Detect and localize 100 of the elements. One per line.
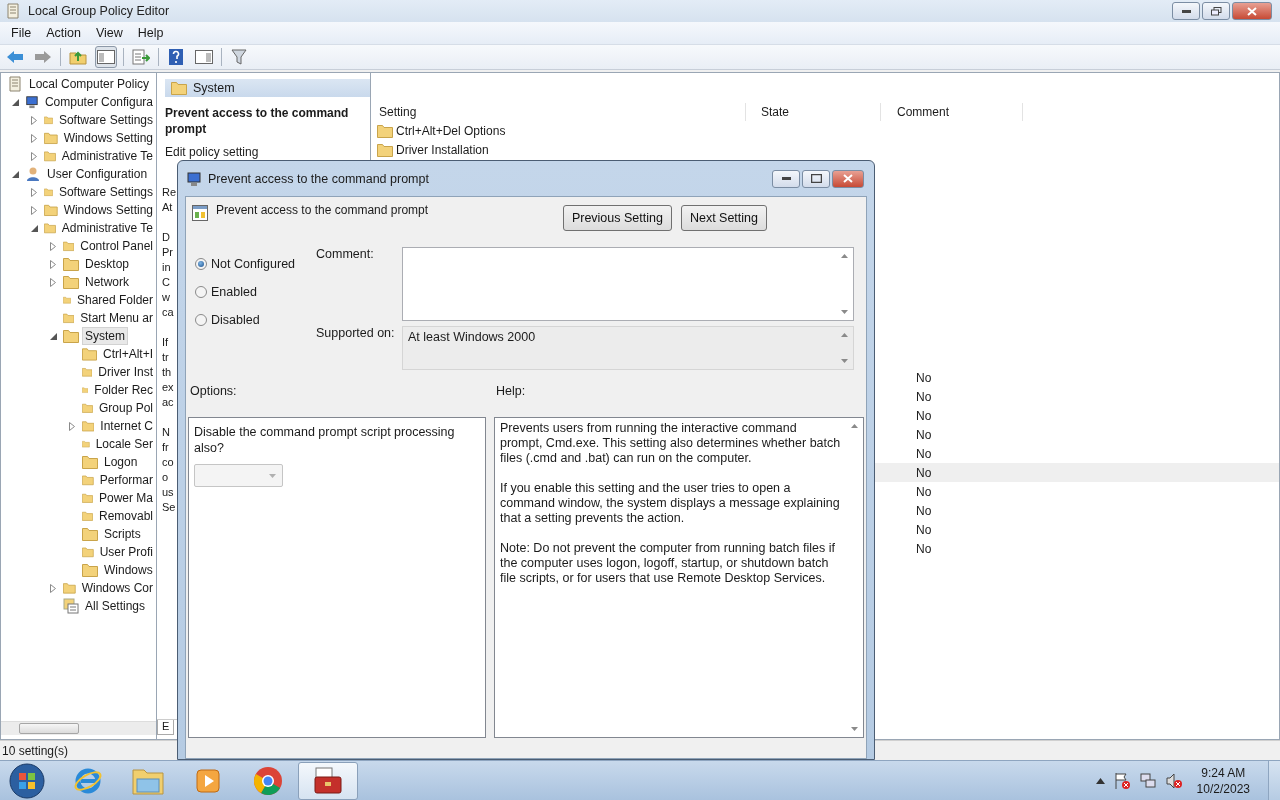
menu-item[interactable]: Action [39,24,89,42]
radio-label[interactable]: Enabled [211,285,257,299]
description-text: tr [162,350,169,365]
tree-item[interactable]: Desktop [82,255,133,273]
tree-item[interactable]: Administrative Te [58,147,156,165]
tree-item[interactable]: Folder Rec [91,381,156,399]
maximize-button[interactable] [802,169,830,188]
description-text: fr [162,440,169,455]
column-header[interactable]: Setting [371,103,746,121]
column-header[interactable]: Comment [881,103,1023,121]
radio-button[interactable] [195,286,207,298]
nav-button[interactable]: Previous Setting [562,205,672,231]
tree-item[interactable]: Shared Folder [73,291,156,309]
tree-item[interactable]: User Profi [96,543,156,561]
tree-item[interactable]: Locale Ser [92,435,156,453]
tree-item[interactable]: Local Computer Policy [26,75,153,93]
close-button[interactable] [1232,2,1272,20]
show-desktop-button[interactable] [1268,760,1280,800]
tree-item[interactable]: All Settings [82,597,149,615]
folder-icon [82,491,93,505]
scroll-up-icon[interactable] [841,254,848,258]
tree-item[interactable]: Scripts [101,525,144,543]
collapse-arrow-icon[interactable] [31,224,38,232]
comment-field[interactable] [402,247,854,321]
tree-item[interactable]: Performar [96,471,156,489]
console-tree-icon[interactable] [95,46,117,68]
minimize-icon [781,177,791,180]
list-item[interactable]: Driver Installation [371,142,746,157]
close-icon [843,174,853,183]
collapse-arrow-icon[interactable] [50,332,57,340]
tree-item[interactable]: Windows Setting [60,201,156,219]
computer-icon [186,170,202,187]
nav-button[interactable]: Next Setting [680,205,767,231]
start-button[interactable] [8,761,46,800]
column-header[interactable]: State [746,103,881,121]
tree-item[interactable]: Computer Configura [41,93,156,111]
speaker-muted-icon[interactable] [1164,771,1183,790]
settings-list-icon [63,598,79,614]
description-text: co [162,455,174,470]
scroll-down-icon[interactable] [851,727,858,731]
toolbox-icon[interactable] [313,766,343,795]
export-list-icon[interactable] [130,46,152,68]
tree-item[interactable]: Software Settings [55,183,156,201]
flag-icon[interactable] [1112,771,1131,790]
list-item[interactable]: Ctrl+Alt+Del Options [371,123,746,138]
collapse-arrow-icon[interactable] [12,170,19,178]
folder-icon [377,142,393,157]
menu-item[interactable]: View [88,24,131,42]
description-text: th [162,365,172,380]
tree-item[interactable]: Removabl [95,507,156,525]
media-player-icon[interactable] [194,766,222,795]
tree-item[interactable]: Group Pol [95,399,156,417]
description-text: o [162,470,169,485]
tree-item[interactable]: Network [82,273,132,291]
tree-item[interactable]: Driver Inst [95,363,156,381]
app-icon [6,3,20,19]
tree-item[interactable]: Windows Cor [78,579,156,597]
dialog-title: Prevent access to the command prompt [208,171,430,186]
tree-item[interactable]: Ctrl+Alt+I [100,345,156,363]
collapse-arrow-icon[interactable] [12,98,19,106]
expand-arrow-icon[interactable] [69,421,75,431]
clock[interactable]: 9:24 AM 10/2/2023 [1196,764,1250,797]
radio-label[interactable]: Disabled [211,313,260,327]
radio-button[interactable] [195,314,207,326]
network-icon[interactable] [1138,771,1157,790]
edit-link[interactable]: Edit policy setting [165,145,259,159]
tree-item[interactable]: Logon [101,453,141,471]
minimize-button[interactable] [1172,2,1200,20]
tree-item[interactable]: Control Panel [77,237,156,255]
view-tab[interactable]: E [157,720,175,735]
scroll-up-icon[interactable] [851,424,858,428]
radio-label[interactable]: Not Configured [211,257,296,271]
tree-item[interactable]: Windows Setting [60,129,156,147]
chrome-icon[interactable] [253,765,283,796]
expand-arrow-icon[interactable] [50,583,56,593]
tree-item[interactable]: System [82,327,128,345]
scroll-up-icon[interactable] [841,333,848,337]
tree-item[interactable]: Power Ma [95,489,156,507]
tree-item[interactable]: Start Menu ar [77,309,156,327]
restore-button[interactable] [1202,2,1230,20]
show-hidden-icon[interactable] [1095,777,1105,784]
close-button[interactable] [832,169,864,188]
tree-item[interactable]: User Configuration [44,165,151,183]
folder-icon [171,81,187,95]
menu-item[interactable]: Help [130,24,172,42]
tree-item[interactable]: Windows [101,561,156,579]
scroll-down-icon[interactable] [841,359,848,363]
scroll-down-icon[interactable] [841,310,848,314]
tree-item[interactable]: Software Settings [55,111,156,129]
minimize-button[interactable] [772,169,800,188]
folder-icon [44,221,56,235]
tree-item[interactable]: Internet C [97,417,156,435]
menu-item[interactable]: File [4,24,40,42]
folder-icon [82,365,93,379]
field-label: Comment: [316,247,375,263]
filter-icon[interactable] [228,46,250,68]
radio-button[interactable] [195,258,207,270]
tree-item[interactable]: Administrative Te [58,219,156,237]
horizontal-scrollbar[interactable] [1,721,156,735]
section-title: System [193,81,235,95]
